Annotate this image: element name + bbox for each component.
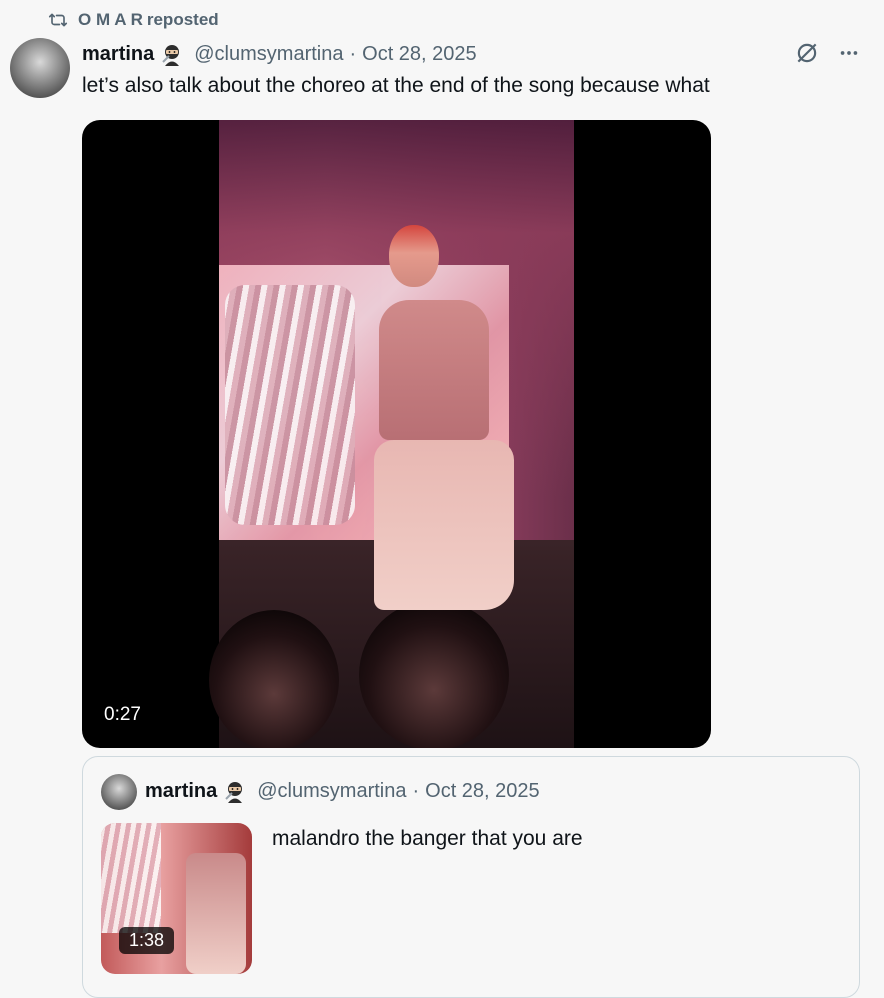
repost-indicator: O M A R reposted xyxy=(48,8,219,32)
author-handle[interactable]: @clumsymartina xyxy=(194,43,343,66)
video-duration: 0:27 xyxy=(104,704,141,725)
quoted-thumbnail-performer xyxy=(186,853,246,974)
tweet-header: martina @clumsymartina · Oct 28, 2025 xyxy=(82,40,884,68)
repost-label: reposted xyxy=(146,10,219,29)
performer-body xyxy=(379,300,489,440)
quoted-video-thumbnail[interactable]: 1:38 xyxy=(101,823,252,974)
avatar[interactable] xyxy=(10,38,70,98)
author-name[interactable]: martina xyxy=(82,43,154,66)
quoted-tweet[interactable]: martina @clumsymartina · Oct 28, 2025 1:… xyxy=(82,756,860,998)
stage-speaker-left xyxy=(209,610,339,748)
quoted-header: martina @clumsymartina · Oct 28, 2025 xyxy=(145,779,540,803)
screen-artwork xyxy=(225,285,355,525)
more-icon[interactable] xyxy=(838,42,860,69)
tweet-text: let’s also talk about the choreo at the … xyxy=(82,74,710,97)
quoted-video-duration: 1:38 xyxy=(119,927,175,954)
quoted-author-name[interactable]: martina xyxy=(145,780,217,803)
ninja-emoji-icon xyxy=(223,779,247,803)
tweet-date[interactable]: Oct 28, 2025 xyxy=(362,43,477,66)
repost-user[interactable]: O M A R xyxy=(78,10,143,30)
quoted-date[interactable]: Oct 28, 2025 xyxy=(425,780,540,803)
quoted-text: malandro the banger that you are xyxy=(272,827,583,850)
quoted-thumbnail-artwork xyxy=(101,823,161,933)
quoted-author-handle[interactable]: @clumsymartina xyxy=(257,780,406,803)
video-player[interactable]: 0:27 xyxy=(82,120,711,748)
video-frame xyxy=(209,120,574,748)
separator: · xyxy=(349,42,357,65)
quoted-avatar[interactable] xyxy=(101,774,137,810)
grok-icon[interactable] xyxy=(794,40,820,71)
stage-speaker-right xyxy=(359,600,509,748)
tweet-actions xyxy=(794,40,860,71)
performer-head xyxy=(389,225,439,287)
separator: · xyxy=(412,779,420,802)
repost-icon xyxy=(48,11,68,29)
performer-legs xyxy=(374,440,514,610)
ninja-emoji-icon xyxy=(160,42,184,66)
